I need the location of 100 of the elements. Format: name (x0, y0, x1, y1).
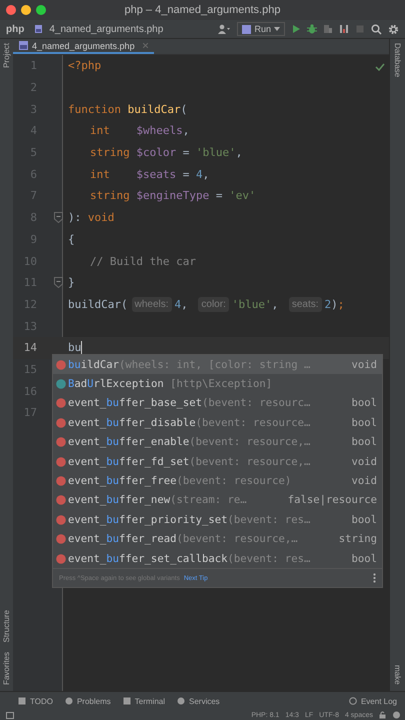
code-token: 'blue' (196, 146, 236, 160)
completion-item[interactable]: event_buffer_set_callback(bevent: res… bool (53, 548, 382, 568)
code-token: $wheels (136, 124, 183, 138)
tool-window-button[interactable]: Problems (64, 696, 111, 706)
ring-icon (348, 697, 357, 705)
code-token: 'ev' (229, 189, 256, 202)
fold-icon[interactable] (54, 276, 63, 288)
profiler-icon[interactable] (339, 24, 349, 34)
code-token: $engineType (136, 189, 210, 202)
function-icon (56, 476, 66, 486)
bug-icon[interactable] (307, 24, 317, 34)
circle-icon (177, 697, 185, 705)
function-icon (56, 456, 66, 467)
code-token: function (68, 102, 122, 116)
parameter-hint: color: (198, 296, 229, 312)
code-token: // Build the car (90, 254, 196, 268)
completion-item[interactable]: event_buffer_new(stream: re… false|resource (53, 490, 382, 510)
fold-icon[interactable] (54, 212, 63, 223)
code-token: , (181, 298, 189, 311)
function-icon (56, 418, 66, 428)
tool-window-button[interactable]: Structure (2, 610, 11, 642)
parameter-hint: seats: (288, 296, 322, 312)
code-token: <?php (68, 59, 102, 72)
code-token: 'blue' (232, 298, 272, 311)
tool-window-button[interactable]: Project (2, 43, 11, 68)
code-token: 4 (196, 168, 203, 181)
square-icon (18, 697, 26, 705)
function-icon (56, 554, 66, 564)
completion-item[interactable]: event_buffer_free(bevent: resource) void (53, 471, 382, 491)
project-breadcrumb[interactable]: php (6, 24, 24, 34)
completion-item[interactable]: event_buffer_priority_set(bevent: res… bool (53, 510, 382, 530)
code-token: bu (68, 341, 82, 354)
tool-window-button[interactable]: Favorites (2, 652, 11, 685)
zoom-window-button[interactable] (36, 5, 46, 15)
code-token: ; (338, 298, 344, 311)
checkmark-icon (375, 63, 385, 71)
inspector-icon[interactable] (392, 711, 401, 719)
close-window-button[interactable] (6, 5, 16, 15)
code-token: string (90, 189, 131, 202)
tool-window-button[interactable]: Services (177, 696, 220, 706)
code-token: int (90, 124, 111, 138)
class-icon (56, 379, 66, 390)
function-icon (56, 398, 66, 408)
completion-item[interactable]: event_buffer_enable(bevent: resource,… bool (53, 432, 382, 452)
run-icon[interactable] (291, 24, 301, 34)
code-token: , (272, 298, 280, 311)
circle-icon (64, 697, 73, 705)
run-configuration-dropdown[interactable]: Run (237, 22, 285, 36)
code-token: $seats (136, 168, 176, 181)
code-token: = (182, 168, 190, 181)
code-token: ): (68, 211, 82, 224)
completion-item[interactable]: BadUrlException [http\Exception] (53, 374, 382, 394)
completion-item[interactable]: event_buffer_disable(bevent: resource… bool (53, 413, 382, 433)
code-token: 4 (174, 298, 182, 311)
coverage-icon[interactable] (323, 24, 333, 34)
tool-window-button[interactable]: Terminal (122, 696, 165, 706)
code-token: , (202, 168, 210, 181)
code-token: ( (180, 102, 188, 116)
event-log-button[interactable]: Event Log (348, 696, 397, 706)
panel-toggle-icon[interactable] (6, 712, 14, 718)
user-icon[interactable] (217, 24, 232, 34)
caret-icon (274, 27, 280, 31)
function-icon (56, 534, 66, 544)
code-token: string (90, 146, 131, 160)
php-file-icon (34, 24, 44, 34)
code-token: , (236, 146, 242, 160)
window-title: php – 4_named_arguments.php (124, 4, 280, 16)
code-token: } (68, 276, 75, 290)
parameter-hint: wheels: (132, 296, 172, 312)
php-file-icon (19, 41, 28, 50)
config-icon (242, 24, 252, 34)
code-token: ) (331, 298, 338, 311)
code-token: buildCar( (68, 298, 128, 311)
function-icon (56, 514, 66, 525)
code-token: { (68, 232, 75, 246)
code-token: $color (136, 146, 176, 160)
function-icon (56, 437, 66, 448)
more-icon[interactable] (373, 573, 376, 584)
file-breadcrumb[interactable]: 4_named_arguments.php (49, 24, 164, 34)
code-token: buildCar (128, 102, 181, 116)
tool-window-button[interactable]: Database (393, 43, 402, 78)
completion-item[interactable]: event_buffer_read(bevent: resource,… string (53, 530, 382, 549)
line-number: 14 (22, 341, 37, 354)
settings-icon[interactable] (388, 24, 399, 34)
completion-item[interactable]: event_buffer_base_set(bevent: resourc… bool (53, 394, 382, 414)
text-caret (81, 341, 82, 354)
search-icon[interactable] (371, 24, 382, 34)
code-token: = (214, 189, 224, 202)
tool-window-button[interactable]: TODO (18, 696, 53, 706)
function-icon (56, 360, 66, 370)
code-token: = (182, 146, 190, 160)
lock-icon[interactable] (379, 711, 386, 719)
tool-window-button[interactable]: make (393, 665, 402, 685)
completion-item[interactable]: event_buffer_fd_set(bevent: resource,… void (53, 452, 382, 472)
minimize-window-button[interactable] (21, 5, 31, 15)
code-token: , (182, 124, 190, 138)
code-token: 2 (324, 298, 332, 311)
square-icon (122, 697, 131, 705)
function-icon (56, 495, 66, 506)
code-token: void (88, 211, 114, 224)
